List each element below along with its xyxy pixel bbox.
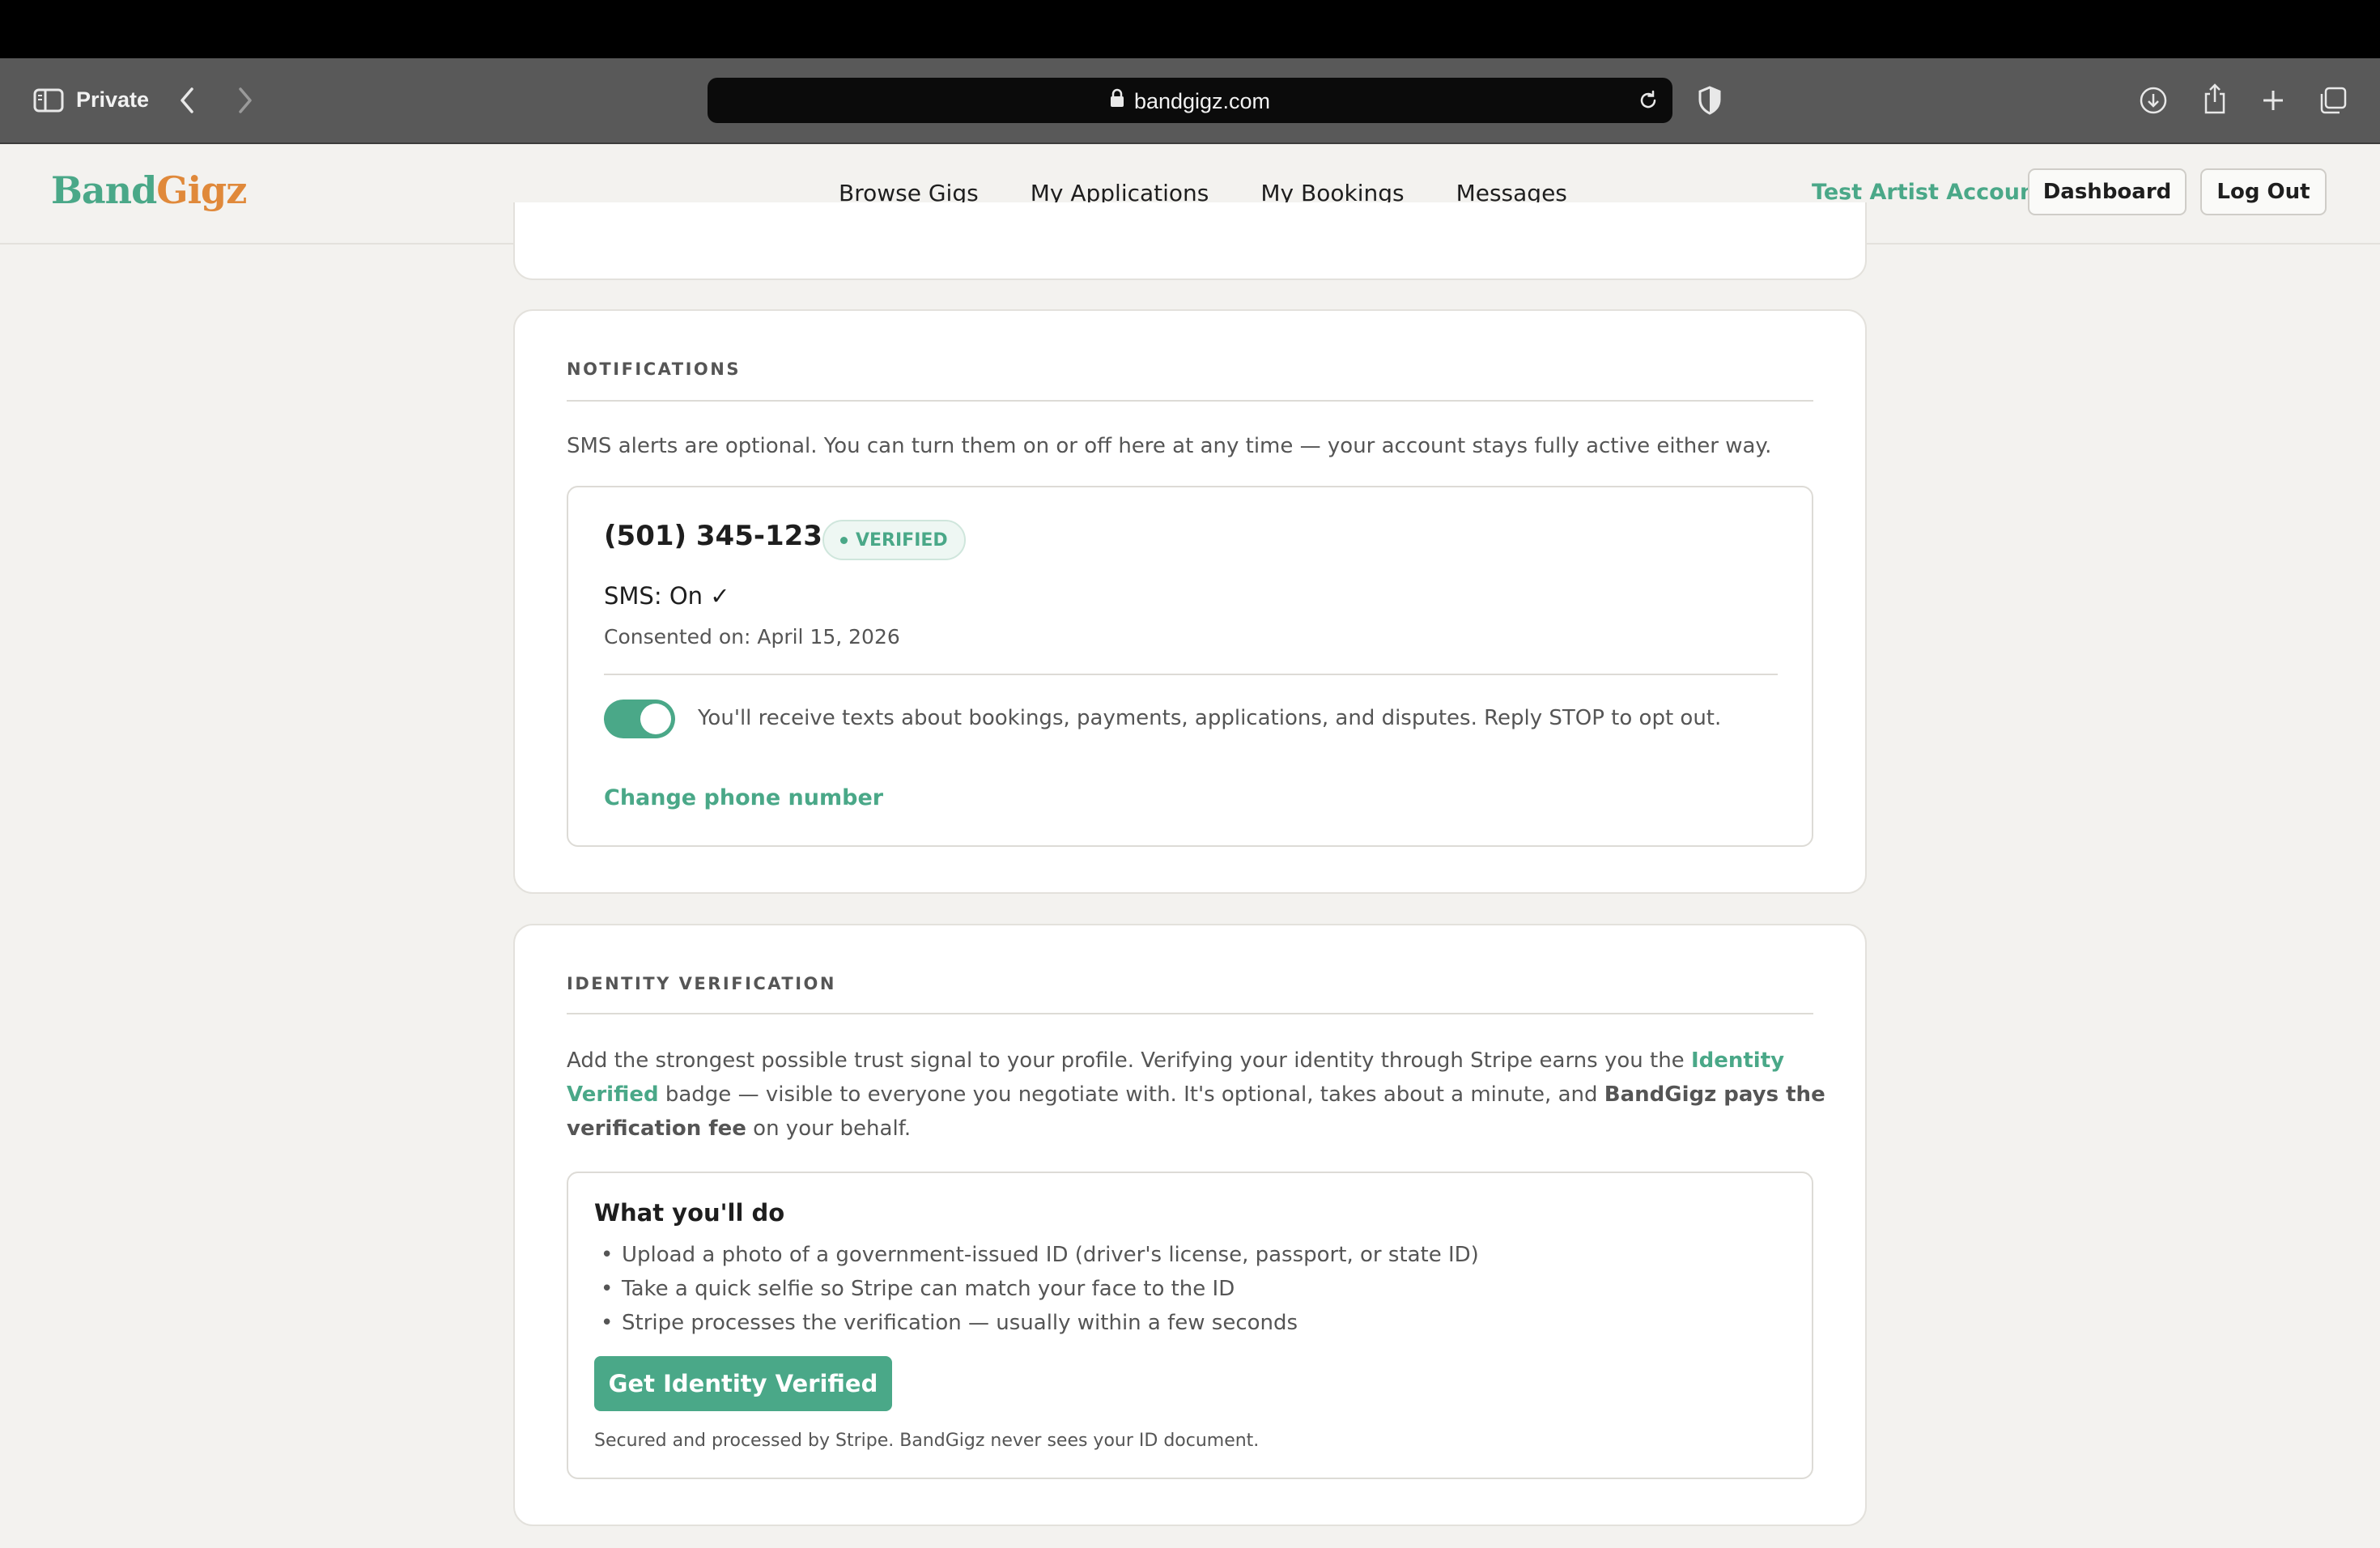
browser-toolbar: Private bandgigz.com <box>0 58 2380 144</box>
account-name-link[interactable]: Test Artist Account <box>1812 180 2046 205</box>
new-tab-icon[interactable] <box>2257 84 2289 117</box>
share-icon[interactable] <box>2199 81 2231 117</box>
sms-toggle[interactable] <box>604 700 675 738</box>
phone-panel-divider <box>604 674 1778 675</box>
identity-desc-text-3: on your behalf. <box>746 1116 912 1141</box>
status-dot <box>840 536 848 544</box>
verified-badge-label: VERIFIED <box>856 529 948 551</box>
change-phone-link[interactable]: Change phone number <box>604 785 883 810</box>
identity-verification-card: IDENTITY VERIFICATION Add the strongest … <box>513 924 1867 1526</box>
sms-toggle-description: You'll receive texts about bookings, pay… <box>698 706 1722 730</box>
identity-divider <box>567 1013 1813 1014</box>
lock-icon <box>1110 88 1124 113</box>
logo-gigz: Gigz <box>156 168 247 212</box>
address-bar[interactable]: bandgigz.com <box>708 78 1672 123</box>
url-text: bandgigz.com <box>1133 89 1271 113</box>
logo-band: Band <box>51 168 157 212</box>
list-item: Upload a photo of a government-issued ID… <box>594 1238 1479 1272</box>
identity-description: Add the strongest possible trust signal … <box>567 1044 1830 1146</box>
phone-panel: (501) 345-1234 VERIFIED SMS: On ✓ Consen… <box>567 486 1813 847</box>
system-menu-bar <box>0 0 2380 58</box>
identity-title: IDENTITY VERIFICATION <box>567 974 836 993</box>
forward-icon[interactable] <box>233 84 257 117</box>
list-item: Take a quick selfie so Stripe can match … <box>594 1272 1479 1306</box>
get-identity-verified-button[interactable]: Get Identity Verified <box>594 1356 892 1411</box>
consent-date: Consented on: April 15, 2026 <box>604 625 900 649</box>
identity-desc-text-1: Add the strongest possible trust signal … <box>567 1048 1691 1073</box>
steps-list: Upload a photo of a government-issued ID… <box>594 1238 1479 1340</box>
dashboard-button[interactable]: Dashboard <box>2028 168 2187 215</box>
notifications-card: NOTIFICATIONS SMS alerts are optional. Y… <box>513 309 1867 894</box>
tab-overview-icon[interactable] <box>2317 84 2349 117</box>
what-youll-do-title: What you'll do <box>594 1199 785 1227</box>
private-mode-label: Private <box>76 87 150 112</box>
identity-desc-text-2: badge — visible to everyone you negotiat… <box>658 1082 1604 1107</box>
toggle-knob <box>640 704 671 734</box>
back-icon[interactable] <box>175 84 199 117</box>
privacy-shield-icon[interactable] <box>1694 83 1726 118</box>
sidebar-toggle-icon[interactable] <box>32 84 65 117</box>
logout-button[interactable]: Log Out <box>2200 168 2327 215</box>
notifications-description: SMS alerts are optional. You can turn th… <box>567 434 1772 458</box>
reload-icon[interactable] <box>1635 87 1661 113</box>
previous-section-card <box>513 202 1867 280</box>
what-youll-do-panel: What you'll do Upload a photo of a gover… <box>567 1172 1813 1479</box>
downloads-icon[interactable] <box>2137 84 2170 117</box>
list-item: Stripe processes the verification — usua… <box>594 1306 1479 1340</box>
secured-note: Secured and processed by Stripe. BandGig… <box>594 1431 1260 1451</box>
notifications-title: NOTIFICATIONS <box>567 359 741 379</box>
notifications-divider <box>567 400 1813 402</box>
phone-number: (501) 345-1234 <box>604 520 842 552</box>
bandgigz-logo[interactable]: BandGigz <box>51 168 247 212</box>
sms-status: SMS: On ✓ <box>604 582 730 610</box>
verified-badge: VERIFIED <box>822 520 966 560</box>
